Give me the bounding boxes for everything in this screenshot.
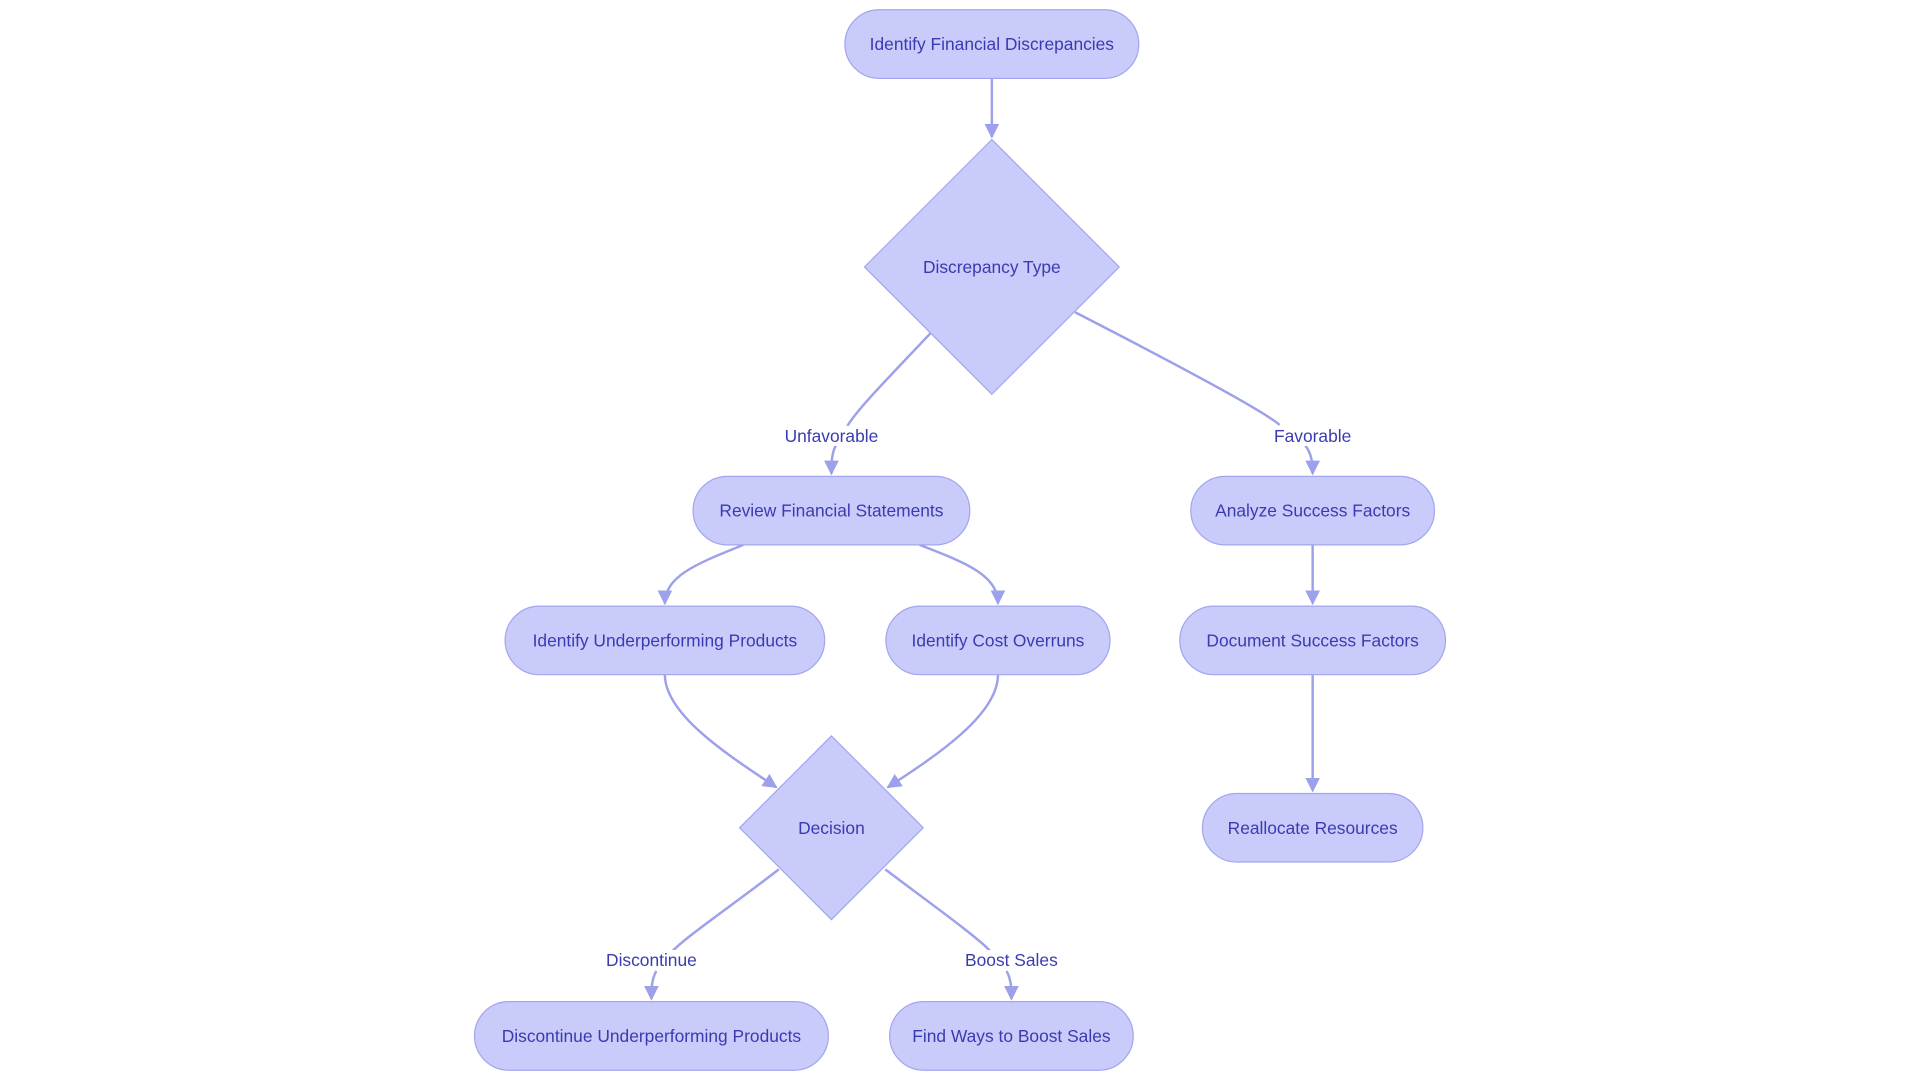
flowchart: Identify Financial Discrepancies Discrepa… [473, 9, 1447, 1071]
node-label: Discontinue Underperforming Products [502, 1026, 802, 1046]
node-label: Identify Cost Overruns [912, 630, 1085, 650]
edge-type-to-analyze [1074, 311, 1313, 474]
node-reallocate[interactable]: Reallocate Resources [1201, 792, 1424, 863]
node-discontinue[interactable]: Discontinue Underperforming Products [473, 1001, 829, 1071]
edge-underperf-to-decision [663, 674, 778, 789]
node-analyze[interactable]: Analyze Success Factors [1190, 475, 1436, 546]
edge-label-decision-to-discontinue: Discontinue [606, 950, 697, 970]
node-label: Review Financial Statements [719, 501, 943, 521]
edge-decision-to-discontinue [651, 868, 780, 999]
node-type[interactable]: Discrepancy Type [863, 138, 1121, 396]
edge-label-type-to-review: Unfavorable [785, 426, 879, 446]
node-label: Identify Underperforming Products [533, 630, 798, 650]
edge-decision-to-boost [884, 868, 1011, 999]
node-label: Decision [798, 818, 865, 838]
edge-review-to-cost [919, 543, 1006, 606]
edge-label-type-to-analyze: Favorable [1274, 426, 1351, 446]
node-review[interactable]: Review Financial Statements [692, 475, 971, 546]
node-decision[interactable]: Decision [738, 735, 925, 921]
edge-type-to-review [831, 332, 932, 474]
node-identify[interactable]: Identify Financial Discrepancies [844, 9, 1140, 79]
node-label: Find Ways to Boost Sales [912, 1026, 1111, 1046]
node-label: Document Success Factors [1206, 630, 1419, 650]
node-boost[interactable]: Find Ways to Boost Sales [888, 1001, 1134, 1071]
edge-review-to-underperf [657, 543, 744, 606]
node-label: Reallocate Resources [1228, 818, 1398, 838]
node-document[interactable]: Document Success Factors [1179, 605, 1447, 676]
node-cost[interactable]: Identify Cost Overruns [885, 605, 1111, 676]
edge-label-decision-to-boost: Boost Sales [965, 950, 1058, 970]
node-underperf[interactable]: Identify Underperforming Products [504, 605, 826, 676]
node-label: Analyze Success Factors [1215, 501, 1410, 521]
node-label: Identify Financial Discrepancies [870, 34, 1115, 54]
node-label: Discrepancy Type [923, 257, 1061, 277]
edge-cost-to-decision [886, 674, 1000, 789]
